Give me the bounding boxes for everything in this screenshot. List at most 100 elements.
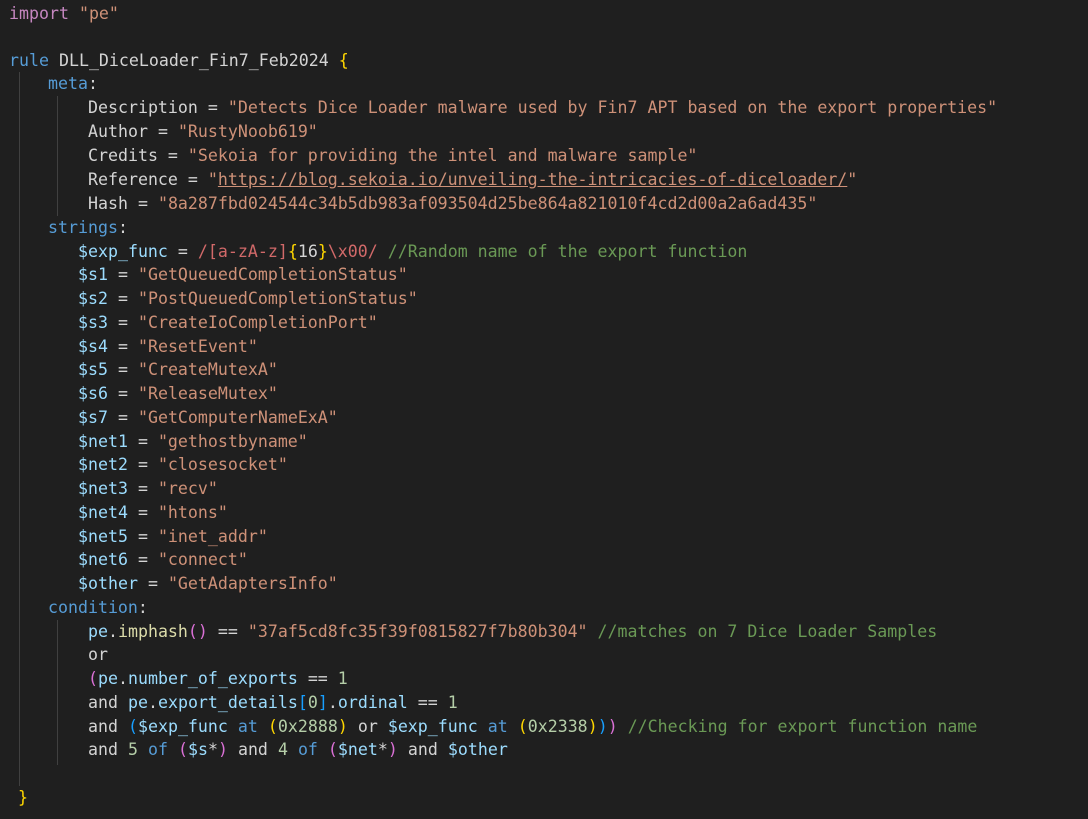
condition-imphash: pe.imphash() == "37af5cd8fc35f39f0815827… xyxy=(88,622,938,641)
meta-value-quote: " xyxy=(207,170,218,189)
string-var: $s4 xyxy=(78,337,108,356)
string-var: $s2 xyxy=(78,289,108,308)
meta-value: "Sekoia for providing the intel and malw… xyxy=(187,146,698,165)
op-and: and xyxy=(88,693,118,712)
number: 0x2338 xyxy=(527,717,588,736)
number: 4 xyxy=(277,740,288,759)
string-value: "gethostbyname" xyxy=(157,432,308,451)
paren: ( xyxy=(267,717,278,736)
op-and: and xyxy=(237,740,268,759)
rule-name: DLL_DiceLoader_Fin7_Feb2024 xyxy=(58,51,329,70)
string-var: $s3 xyxy=(78,313,108,332)
condition-exports: (pe.number_of_exports == 1 xyxy=(88,669,348,688)
code-line-close-brace: } xyxy=(18,786,28,810)
string-s5: $s5 = "CreateMutexA" xyxy=(78,360,278,379)
prop-ordinal: ordinal xyxy=(337,693,408,712)
number: 1 xyxy=(447,693,458,712)
strings-label: strings xyxy=(48,218,118,237)
string-s3: $s3 = "CreateIoCompletionPort" xyxy=(78,313,378,332)
string-net3: $net3 = "recv" xyxy=(78,479,218,498)
op-or: or xyxy=(357,717,378,736)
code-line-condition: condition: xyxy=(48,596,148,620)
number: 1 xyxy=(337,669,348,688)
number: 0 xyxy=(307,693,318,712)
indent-guide-rule xyxy=(19,72,20,786)
code-comment: //matches on 7 Dice Loader Samples xyxy=(597,622,938,641)
paren: ( xyxy=(177,740,188,759)
meta-hash: Hash = "8a287fbd024544c34b5db983af093504… xyxy=(88,194,818,213)
meta-value: "RustyNoob619" xyxy=(177,122,318,141)
regex-part: \x00/ xyxy=(327,242,378,261)
string-value: "CreateIoCompletionPort" xyxy=(137,313,378,332)
func-imphash: imphash xyxy=(117,622,188,641)
string-value: "GetQueuedCompletionStatus" xyxy=(137,265,408,284)
string-value: "CreateMutexA" xyxy=(137,360,278,379)
string-var: $s5 xyxy=(78,360,108,379)
meta-key: Description xyxy=(88,98,198,117)
string-s1: $s1 = "GetQueuedCompletionStatus" xyxy=(78,265,408,284)
op-of: of xyxy=(147,740,168,759)
condition-ordinal: and pe.export_details[0].ordinal == 1 xyxy=(88,693,458,712)
indent-guide-condition xyxy=(57,620,58,765)
regex-brace: { xyxy=(287,242,298,261)
paren: ) xyxy=(607,717,618,736)
code-editor[interactable]: import "pe" rule DLL_DiceLoader_Fin7_Feb… xyxy=(0,0,1088,819)
string-value: "ReleaseMutex" xyxy=(137,384,278,403)
reference-link[interactable]: https://blog.sekoia.io/unveiling-the-int… xyxy=(218,170,847,189)
number: 5 xyxy=(127,740,138,759)
meta-author: Author = "RustyNoob619" xyxy=(88,122,318,141)
code-line-import: import "pe" xyxy=(9,2,119,26)
condition-counts: and 5 of ($s*) and 4 of ($net*) and $oth… xyxy=(88,738,508,762)
meta-value: "8a287fbd024544c34b5db983af093504d25be86… xyxy=(157,194,818,213)
bracket: [ xyxy=(297,693,308,712)
meta-value-quote: " xyxy=(847,170,858,189)
string-var: $net2 xyxy=(78,455,128,474)
string-s2: $s2 = "PostQueuedCompletionStatus" xyxy=(78,289,418,308)
regex-quantifier: 16 xyxy=(297,242,318,261)
meta-description: Description = "Detects Dice Loader malwa… xyxy=(88,98,998,117)
condition-label: condition xyxy=(48,598,138,617)
meta-key: Reference xyxy=(88,170,178,189)
string-net1: $net1 = "gethostbyname" xyxy=(78,432,308,451)
string-net5: $net5 = "inet_addr" xyxy=(78,527,268,546)
string-var: $net3 xyxy=(78,479,128,498)
string-net2: $net2 = "closesocket" xyxy=(78,455,288,474)
import-module: "pe" xyxy=(78,4,119,23)
string-var: $s7 xyxy=(78,408,108,427)
op-and: and xyxy=(88,740,118,759)
rule-keyword: rule xyxy=(9,51,49,70)
string-var: $net1 xyxy=(78,432,128,451)
string-var: $s1 xyxy=(78,265,108,284)
string-var: $net4 xyxy=(78,503,128,522)
string-exp-func: $exp_func = /[a-zA-z]{16}\x00/ //Random … xyxy=(78,242,748,261)
string-s4: $s4 = "ResetEvent" xyxy=(78,337,258,356)
number: 0x2888 xyxy=(277,717,338,736)
code-line-strings: strings: xyxy=(48,216,128,240)
op-or: or xyxy=(88,645,108,664)
string-s7: $s7 = "GetComputerNameExA" xyxy=(78,408,338,427)
string-value: "htons" xyxy=(157,503,228,522)
colon: : xyxy=(87,74,98,93)
paren: ) xyxy=(587,717,598,736)
string-other: $other = "GetAdaptersInfo" xyxy=(78,574,338,593)
op-of: of xyxy=(297,740,318,759)
string-value: "GetAdaptersInfo" xyxy=(167,574,338,593)
string-var-ref: $exp_func xyxy=(387,717,478,736)
indent-guide-meta xyxy=(57,96,58,216)
code-line-rule: rule DLL_DiceLoader_Fin7_Feb2024 { xyxy=(9,49,349,73)
module-pe: pe xyxy=(88,622,108,641)
string-var-ref: $exp_func xyxy=(137,717,228,736)
condition-exp-func: and ($exp_func at (0x2888) or $exp_func … xyxy=(88,715,977,739)
string-value: "GetComputerNameExA" xyxy=(137,408,338,427)
paren: ( xyxy=(88,669,98,688)
bracket: ] xyxy=(317,693,328,712)
meta-key: Credits xyxy=(88,146,158,165)
code-line-meta: meta: xyxy=(48,72,98,96)
paren: ( xyxy=(327,740,338,759)
meta-value: "Detects Dice Loader malware used by Fin… xyxy=(227,98,998,117)
string-value: "ResetEvent" xyxy=(137,337,258,356)
string-var-ref: $other xyxy=(447,740,508,759)
string-var: $net6 xyxy=(78,550,128,569)
meta-reference: Reference = "https://blog.sekoia.io/unve… xyxy=(88,170,858,189)
paren: ) xyxy=(217,740,228,759)
